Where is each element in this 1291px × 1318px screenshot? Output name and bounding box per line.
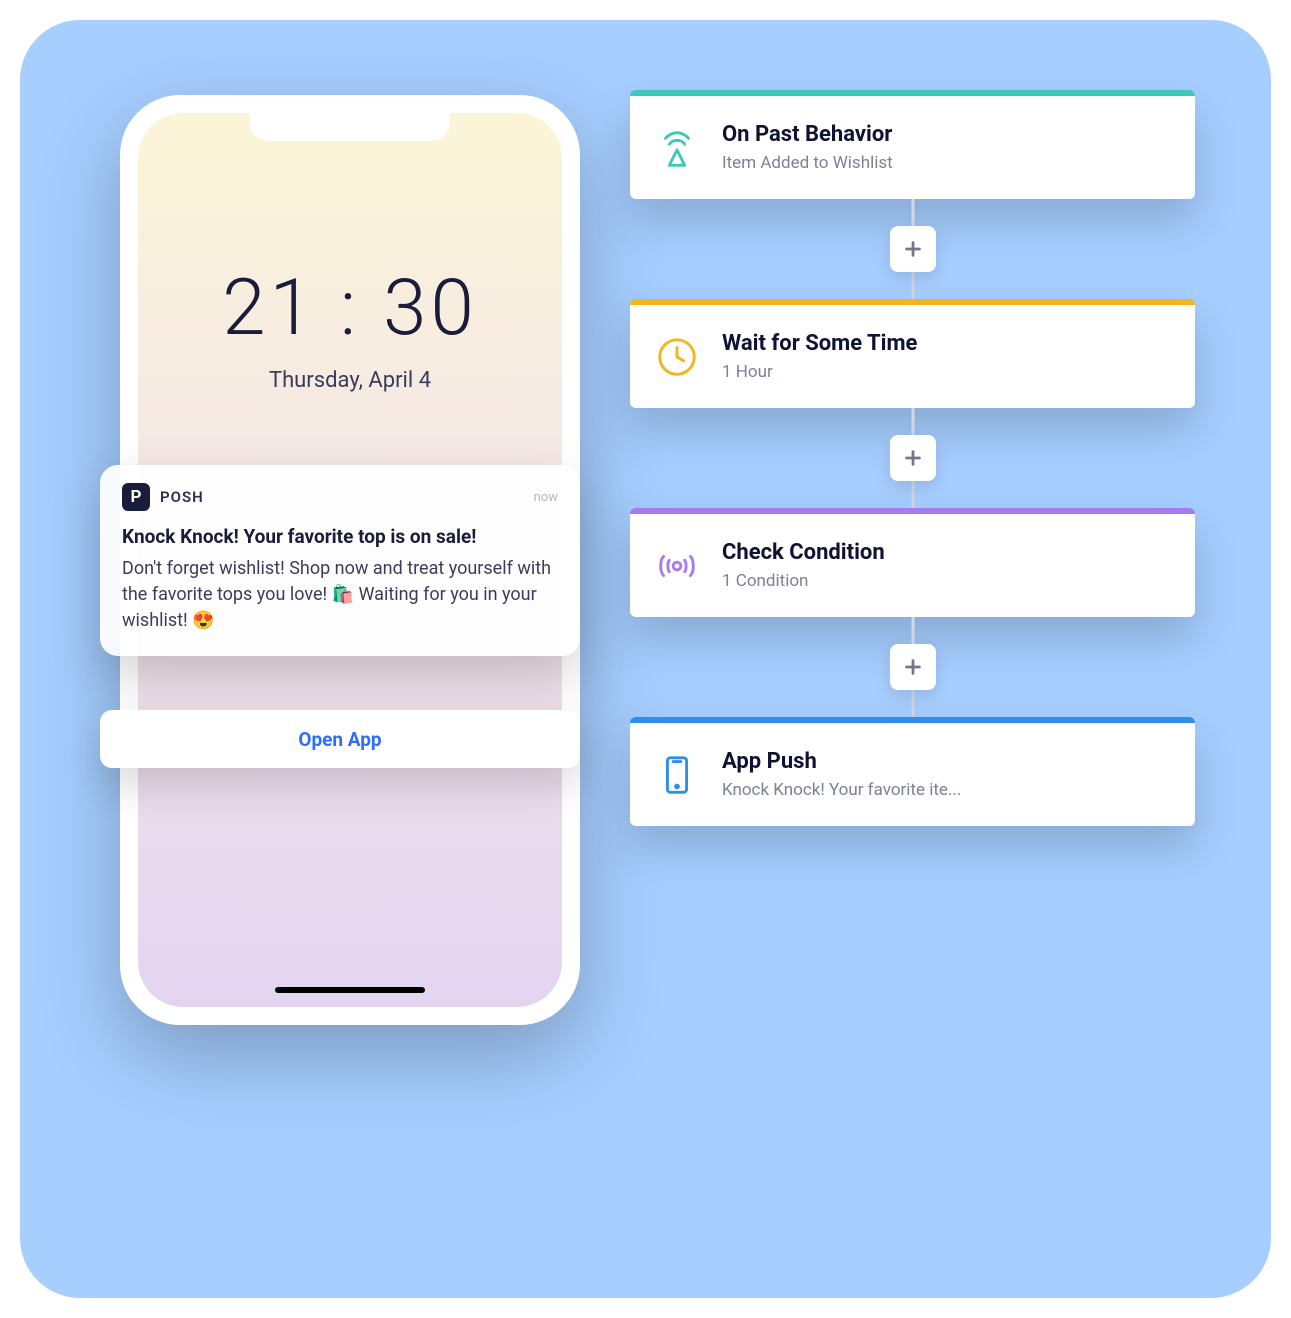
flow-node-wait[interactable]: Wait for Some Time 1 Hour	[630, 299, 1195, 408]
flow-node-subtitle: Knock Knock! Your favorite ite...	[722, 780, 1171, 800]
phone-icon	[654, 752, 700, 798]
add-step-button[interactable]	[890, 435, 936, 481]
push-notification-card[interactable]: P POSH now Knock Knock! Your favorite to…	[100, 465, 580, 656]
flow-node-subtitle: Item Added to Wishlist	[722, 153, 1171, 173]
notification-header: P POSH now	[122, 483, 558, 511]
flow-node-subtitle: 1 Condition	[722, 571, 1171, 591]
app-name: POSH	[160, 488, 204, 506]
add-step-button[interactable]	[890, 226, 936, 272]
antenna-icon	[654, 125, 700, 171]
app-badge-icon: P	[122, 483, 150, 511]
signal-icon	[654, 543, 700, 589]
home-indicator	[275, 987, 425, 993]
phone-notch	[250, 113, 450, 141]
flow-connector	[630, 408, 1195, 508]
flow-node-subtitle: 1 Hour	[722, 362, 1171, 382]
flow-connector	[630, 617, 1195, 717]
open-app-button[interactable]: Open App	[100, 710, 580, 768]
flow-node-condition[interactable]: Check Condition 1 Condition	[630, 508, 1195, 617]
flow-node-title: App Push	[722, 749, 1171, 774]
canvas: 21 : 30 Thursday, April 4 P POSH now Kno…	[20, 20, 1271, 1298]
clock-icon	[654, 334, 700, 380]
open-app-label: Open App	[298, 728, 381, 751]
automation-flow: On Past Behavior Item Added to Wishlist …	[630, 90, 1195, 826]
flow-node-title: On Past Behavior	[722, 122, 1171, 147]
lock-screen-date: Thursday, April 4	[138, 368, 562, 393]
lock-screen-time: 21 : 30	[138, 263, 562, 354]
notification-timestamp: now	[534, 490, 558, 505]
flow-node-app-push[interactable]: App Push Knock Knock! Your favorite ite.…	[630, 717, 1195, 826]
flow-node-title: Wait for Some Time	[722, 331, 1171, 356]
flow-connector	[630, 199, 1195, 299]
notification-body: Don't forget wishlist! Shop now and trea…	[122, 556, 558, 634]
add-step-button[interactable]	[890, 644, 936, 690]
notification-title: Knock Knock! Your favorite top is on sal…	[122, 525, 558, 548]
flow-node-past-behavior[interactable]: On Past Behavior Item Added to Wishlist	[630, 90, 1195, 199]
flow-node-title: Check Condition	[722, 540, 1171, 565]
